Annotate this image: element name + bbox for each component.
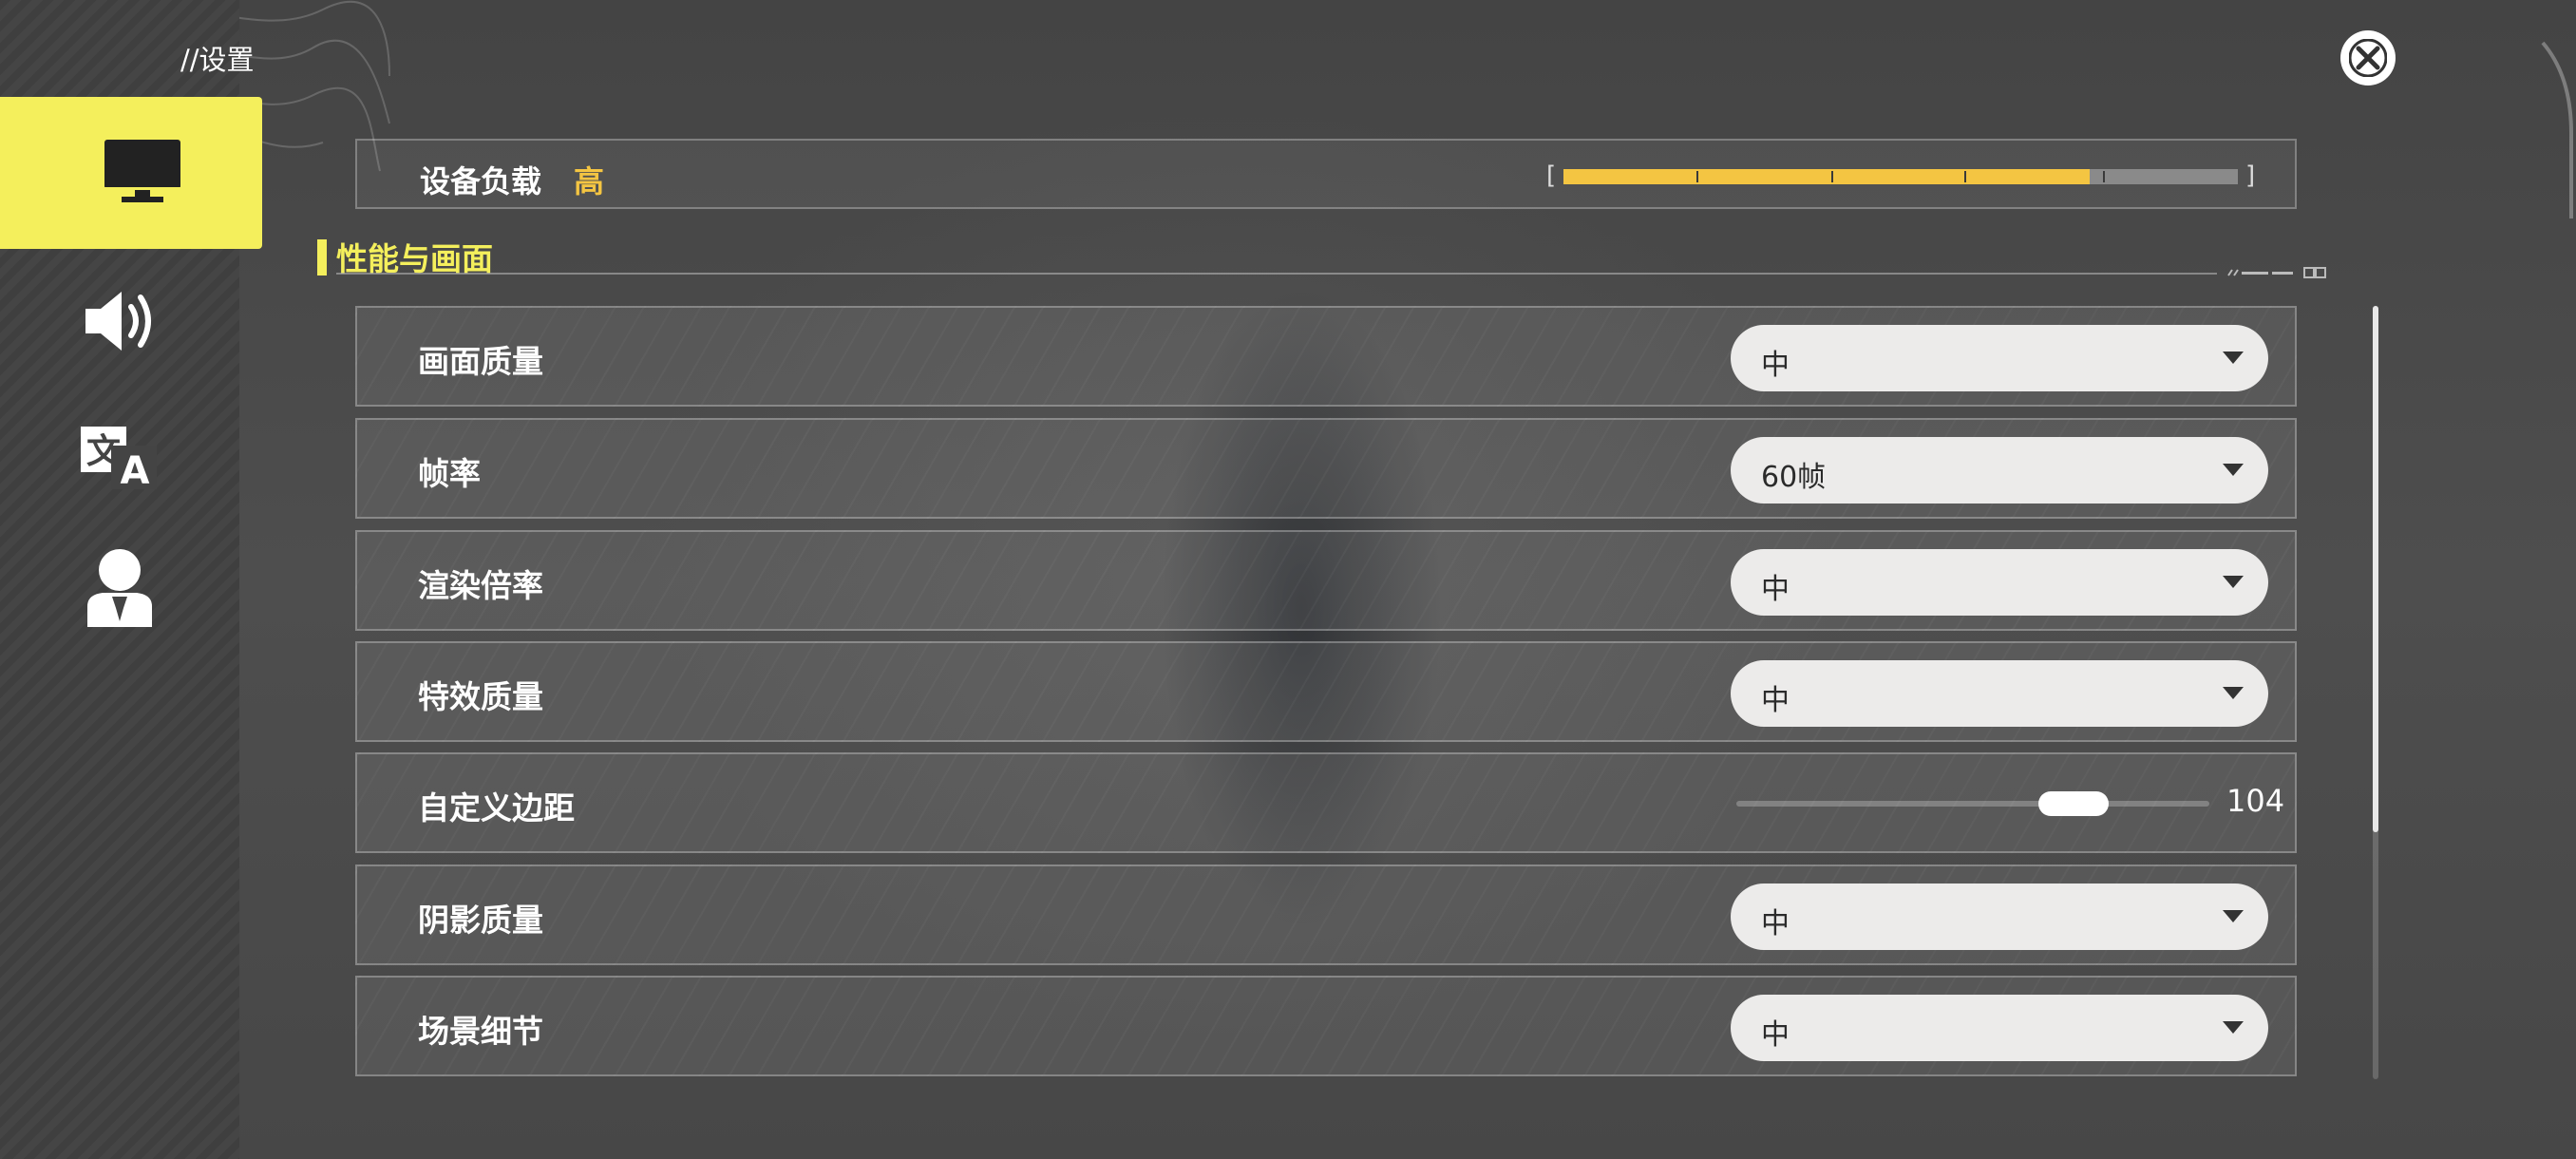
close-icon <box>2349 39 2387 77</box>
setting-label: 自定义边距 <box>418 789 575 826</box>
custom-margin-slider[interactable] <box>1736 801 2209 807</box>
device-load-value: 高 <box>574 163 605 200</box>
effects-quality-dropdown[interactable]: 中 <box>1731 660 2268 727</box>
section-divider <box>336 273 2217 275</box>
scrollbar-thumb[interactable] <box>2373 306 2378 832</box>
load-bar-right-cap: ] <box>2245 162 2256 190</box>
load-bar-tick <box>2103 171 2105 182</box>
caret-down-icon <box>2223 576 2244 588</box>
dropdown-value: 60帧 <box>1761 461 1827 494</box>
dropdown-value: 中 <box>1761 1018 1790 1052</box>
svg-text:A: A <box>121 449 150 489</box>
setting-row-effects-quality: 特效质量 中 <box>355 641 2297 742</box>
caret-down-icon <box>2223 464 2244 476</box>
load-bar-tick <box>1831 171 1833 182</box>
dropdown-value: 中 <box>1761 573 1790 606</box>
sidebar-item-display[interactable] <box>0 97 262 249</box>
load-bar-tick <box>1964 171 1966 182</box>
scene-detail-dropdown[interactable]: 中 <box>1731 995 2268 1061</box>
sidebar-item-language[interactable]: 文 A <box>0 390 239 522</box>
dropdown-value: 中 <box>1761 349 1790 382</box>
setting-label: 渲染倍率 <box>418 567 543 604</box>
user-icon <box>87 549 152 627</box>
setting-row-shadow-quality: 阴影质量 中 <box>355 864 2297 965</box>
translate-icon: 文 A <box>81 427 157 489</box>
sidebar-item-account[interactable] <box>0 521 239 654</box>
setting-label: 画面质量 <box>418 343 543 380</box>
setting-label: 特效质量 <box>418 678 543 715</box>
monitor-icon <box>104 140 180 202</box>
dropdown-value: 中 <box>1761 684 1790 717</box>
close-button[interactable] <box>2340 30 2396 86</box>
load-bar-left-cap: [ <box>1546 162 1557 190</box>
sidebar-item-audio[interactable] <box>0 255 239 388</box>
section-accent-bar <box>317 239 327 276</box>
device-load-row: 设备负载 高 [ ] <box>355 139 2297 209</box>
speaker-icon <box>85 292 151 351</box>
load-bar-tick <box>1696 171 1698 182</box>
setting-row-scene-detail: 场景细节 中 <box>355 976 2297 1076</box>
caret-down-icon <box>2223 1021 2244 1034</box>
device-load-label: 设备负载 <box>420 163 542 200</box>
slider-value: 104 <box>2226 783 2285 819</box>
shadow-quality-dropdown[interactable]: 中 <box>1731 884 2268 950</box>
caret-down-icon <box>2223 687 2244 699</box>
slider-handle[interactable] <box>2038 791 2109 816</box>
render-scale-dropdown[interactable]: 中 <box>1731 549 2268 616</box>
setting-row-picture-quality: 画面质量 中 <box>355 306 2297 407</box>
setting-row-render-scale: 渲染倍率 中 <box>355 530 2297 631</box>
decorative-arc <box>2541 41 2573 218</box>
scrollbar[interactable] <box>2373 306 2378 1079</box>
dropdown-value: 中 <box>1761 907 1790 940</box>
setting-row-custom-margin: 自定义边距 104 <box>355 752 2297 853</box>
breadcrumb: //设置 <box>180 44 255 76</box>
setting-label: 场景细节 <box>418 1013 543 1050</box>
setting-label: 帧率 <box>418 455 481 492</box>
setting-row-frame-rate: 帧率 60帧 <box>355 418 2297 519</box>
device-load-bar-fill <box>1563 169 2090 184</box>
picture-quality-dropdown[interactable]: 中 <box>1731 325 2268 391</box>
section-decoration <box>2227 267 2326 278</box>
caret-down-icon <box>2223 352 2244 364</box>
caret-down-icon <box>2223 910 2244 922</box>
device-load-bar <box>1563 169 2238 184</box>
setting-label: 阴影质量 <box>418 902 543 939</box>
frame-rate-dropdown[interactable]: 60帧 <box>1731 437 2268 504</box>
